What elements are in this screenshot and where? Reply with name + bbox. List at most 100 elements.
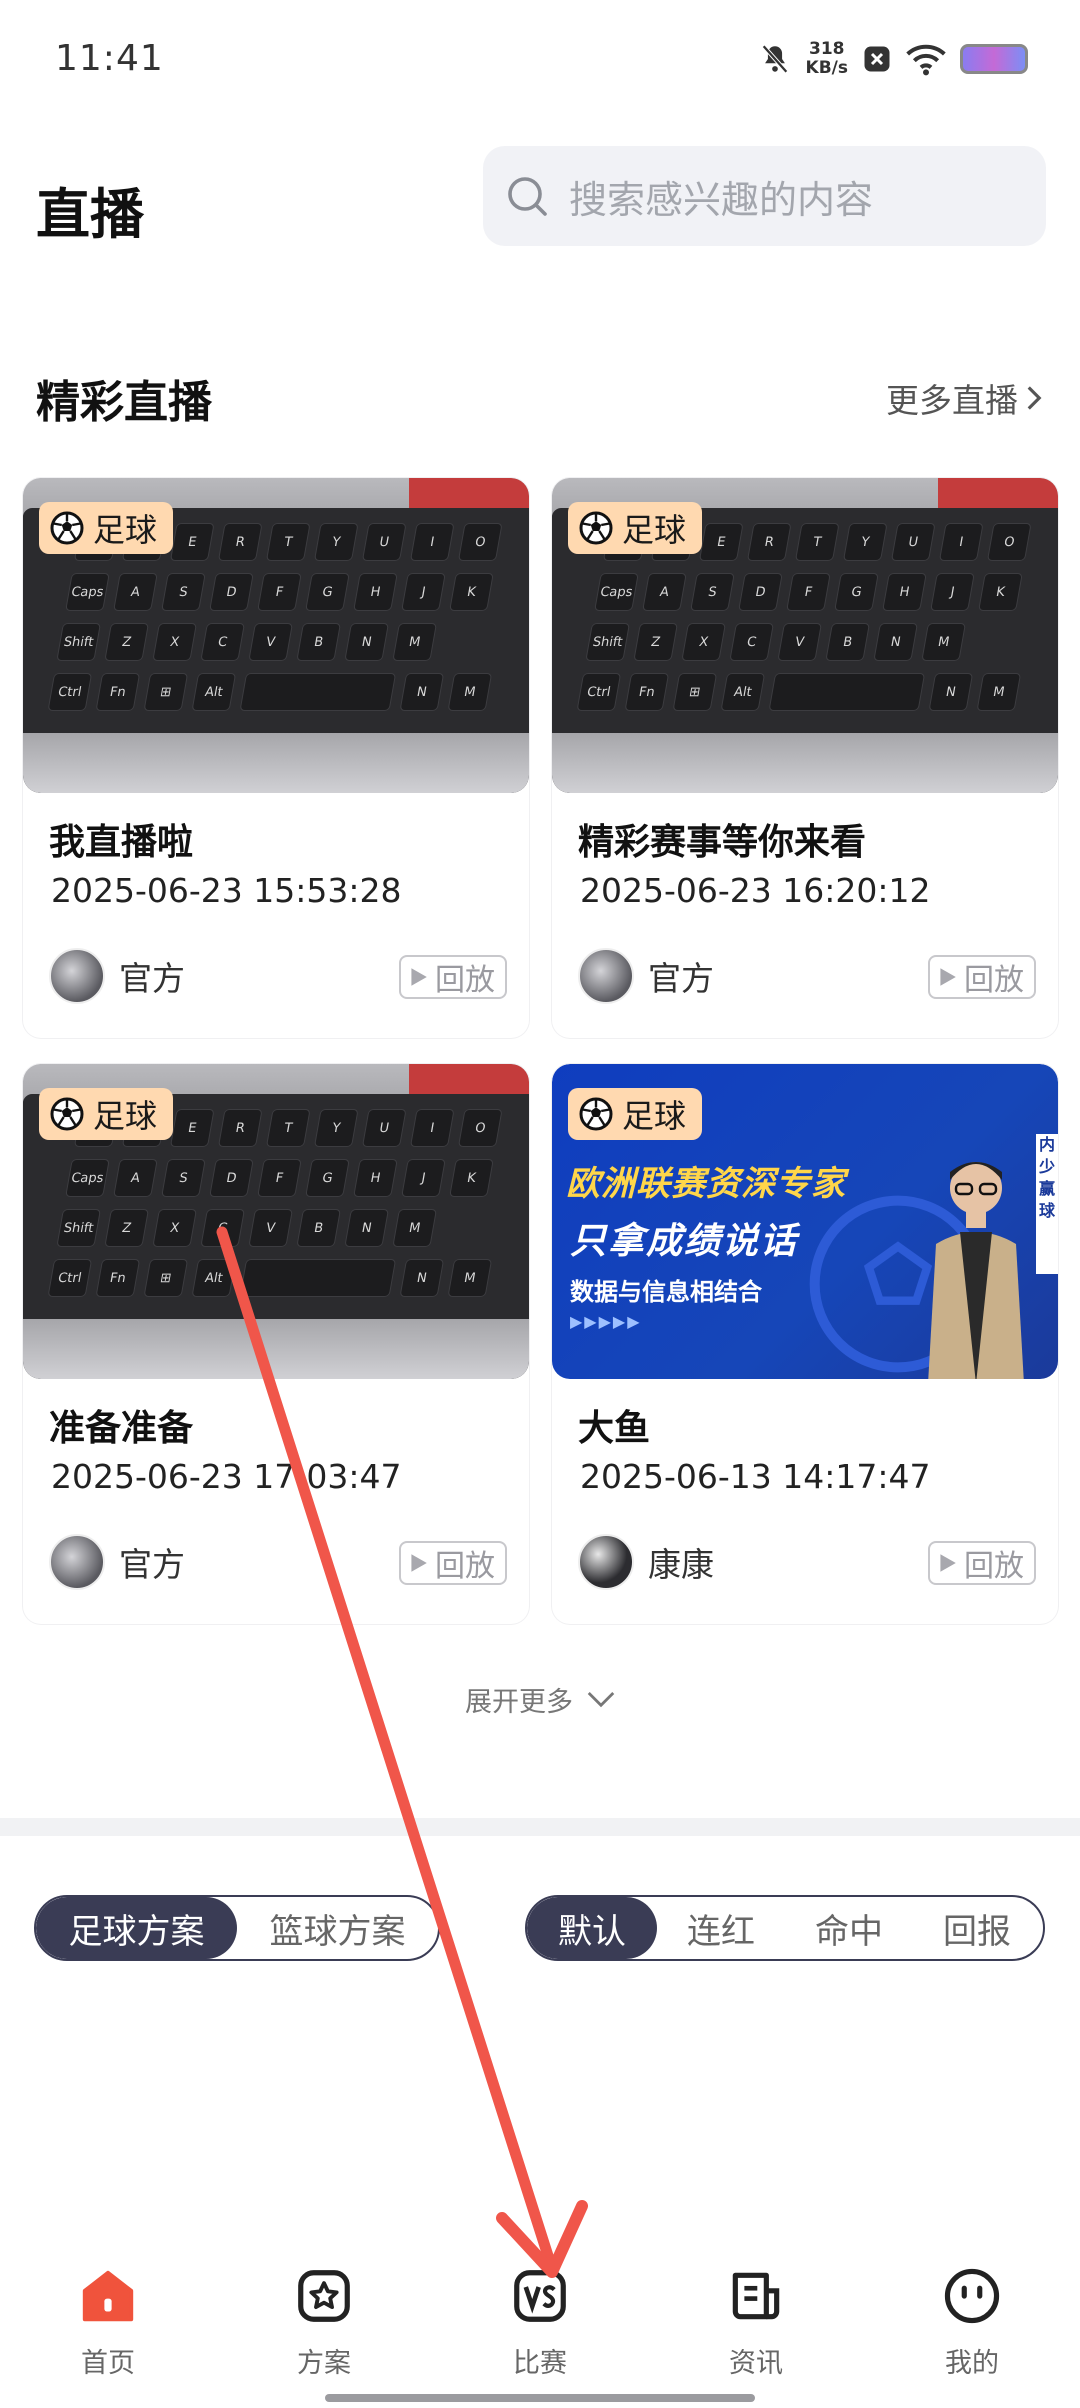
- live-title: 精彩赛事等你来看: [578, 822, 867, 863]
- nav-home[interactable]: 首页: [0, 2240, 216, 2408]
- promo-arrows: ▶▶▶▶▶: [570, 1312, 642, 1331]
- author: 官方: [49, 1534, 185, 1590]
- status-time: 11:41: [55, 38, 164, 79]
- live-time: 2025-06-23 16:20:12: [580, 871, 931, 910]
- profile-face-icon: [944, 2268, 1000, 2324]
- author: 康康: [578, 1534, 714, 1590]
- replay-button[interactable]: 回放: [399, 1541, 507, 1585]
- replay-button[interactable]: 回放: [928, 955, 1036, 999]
- replay-label: 回放: [435, 963, 495, 998]
- replay-button[interactable]: 回放: [399, 955, 507, 999]
- nav-news[interactable]: 资讯: [648, 2240, 864, 2408]
- sort-streak[interactable]: 连红: [657, 1897, 785, 1959]
- live-thumbnail[interactable]: QWERTYUIO CapsASDFGHJK ShiftZXCVBNM Ctrl…: [23, 478, 529, 793]
- section-divider: [0, 1818, 1080, 1836]
- author-name: 官方: [119, 1545, 185, 1584]
- promo-headline: 欧洲联赛资深专家: [566, 1164, 846, 1204]
- author: 官方: [578, 948, 714, 1004]
- live-title: 大鱼: [578, 1408, 651, 1449]
- nav-label: 资讯: [729, 2348, 783, 2379]
- live-section-header: 精彩直播 更多直播: [0, 360, 1080, 430]
- search-icon: [508, 177, 547, 216]
- nav-label: 首页: [81, 2348, 135, 2379]
- live-card[interactable]: QWERTYUIO CapsASDFGHJK ShiftZXCVBNM Ctrl…: [23, 1064, 529, 1624]
- status-bar: 11:41 318 KB/s: [0, 0, 1080, 125]
- soccer-ball-icon: [579, 1097, 613, 1131]
- live-title: 我直播啦: [49, 822, 194, 863]
- battery-icon: [960, 44, 1028, 74]
- mute-bell-icon: [761, 44, 788, 74]
- presenter-image: [928, 1162, 1024, 1379]
- sort-toggle[interactable]: 默认 连红 命中 回报: [525, 1895, 1045, 1961]
- avatar: [49, 1534, 105, 1590]
- play-icon: [411, 968, 427, 986]
- nav-matches[interactable]: 比赛: [432, 2240, 648, 2408]
- play-icon: [940, 968, 956, 986]
- net-speed-unit: KB/s: [805, 58, 848, 78]
- replay-button[interactable]: 回放: [928, 1541, 1036, 1585]
- nav-label: 我的: [945, 2348, 999, 2379]
- author-name: 官方: [119, 959, 185, 998]
- live-thumbnail[interactable]: QWERTYUIO CapsASDFGHJK ShiftZXCVBNM Ctrl…: [23, 1064, 529, 1379]
- avatar: [578, 948, 634, 1004]
- soccer-ball-icon: [50, 1097, 84, 1131]
- replay-label: 回放: [435, 1549, 495, 1584]
- soccer-ball-icon: [579, 511, 613, 545]
- author-name: 康康: [648, 1545, 714, 1584]
- live-card[interactable]: 欧洲联赛资深专家 只拿成绩说话 数据与信息相结合 ▶▶▶▶▶ 内少赢球 足球 大…: [552, 1064, 1058, 1624]
- promo-subline: 数据与信息相结合: [570, 1278, 762, 1306]
- live-time: 2025-06-23 17:03:47: [51, 1457, 402, 1496]
- chevron-right-icon: [1027, 386, 1042, 410]
- vs-icon: [514, 2270, 566, 2322]
- nav-label: 比赛: [513, 2348, 567, 2379]
- play-icon: [940, 1554, 956, 1572]
- live-thumbnail[interactable]: QWERTYUIO CapsASDFGHJK ShiftZXCVBNM Ctrl…: [552, 478, 1058, 793]
- avatar: [578, 1534, 634, 1590]
- author: 官方: [49, 948, 185, 1004]
- wifi-icon: [906, 44, 946, 76]
- home-icon: [82, 2270, 134, 2322]
- expand-more-label: 展开更多: [465, 1687, 573, 1718]
- play-icon: [411, 1554, 427, 1572]
- sort-return[interactable]: 回报: [913, 1897, 1041, 1959]
- plan-type-toggle[interactable]: 足球方案 篮球方案: [34, 1895, 440, 1961]
- avatar: [49, 948, 105, 1004]
- live-thumbnail[interactable]: 欧洲联赛资深专家 只拿成绩说话 数据与信息相结合 ▶▶▶▶▶ 内少赢球 足球: [552, 1064, 1058, 1379]
- header: 直播 搜索感兴趣的内容: [0, 130, 1080, 260]
- sport-tag-label: 足球: [622, 1097, 687, 1135]
- live-card[interactable]: QWERTYUIO CapsASDFGHJK ShiftZXCVBNM Ctrl…: [552, 478, 1058, 1038]
- page-title: 直播: [36, 183, 144, 246]
- sport-tag-label: 足球: [622, 511, 687, 549]
- soccer-ball-icon: [50, 511, 84, 545]
- nav-plans[interactable]: 方案: [216, 2240, 432, 2408]
- home-indicator: [325, 2394, 755, 2402]
- replay-label: 回放: [964, 1549, 1024, 1584]
- author-name: 官方: [648, 959, 714, 998]
- more-live-link[interactable]: 更多直播: [886, 374, 1044, 422]
- nav-label: 方案: [297, 2348, 351, 2379]
- sort-hit-rate[interactable]: 命中: [785, 1897, 913, 1959]
- live-card[interactable]: QWERTYUIO CapsASDFGHJK ShiftZXCVBNM Ctrl…: [23, 478, 529, 1038]
- sport-tag: 足球: [39, 502, 174, 554]
- sort-default[interactable]: 默认: [527, 1897, 657, 1959]
- live-time: 2025-06-23 15:53:28: [51, 871, 402, 910]
- star-badge-icon: [298, 2270, 350, 2322]
- sport-tag-label: 足球: [93, 1097, 158, 1135]
- search-input[interactable]: 搜索感兴趣的内容: [483, 146, 1046, 246]
- bottom-nav: 首页 方案 比赛 资讯 我的: [0, 2240, 1080, 2408]
- replay-label: 回放: [964, 963, 1024, 998]
- expand-more-button[interactable]: 展开更多: [0, 1680, 1080, 1719]
- more-live-label: 更多直播: [886, 381, 1018, 420]
- net-speed: 318 KB/s: [806, 40, 848, 78]
- search-placeholder: 搜索感兴趣的内容: [569, 177, 874, 222]
- nav-profile[interactable]: 我的: [864, 2240, 1080, 2408]
- net-speed-value: 318: [809, 39, 845, 59]
- tab-football-plan[interactable]: 足球方案: [36, 1897, 237, 1959]
- sport-tag: 足球: [568, 502, 703, 554]
- tab-basketball-plan[interactable]: 篮球方案: [237, 1897, 438, 1959]
- news-icon: [732, 2272, 780, 2320]
- promo-slogan: 只拿成绩说话: [570, 1221, 799, 1262]
- promo-side-text: 内少赢球: [1036, 1134, 1058, 1274]
- chevron-down-icon: [587, 1691, 615, 1707]
- live-time: 2025-06-13 14:17:47: [580, 1457, 931, 1496]
